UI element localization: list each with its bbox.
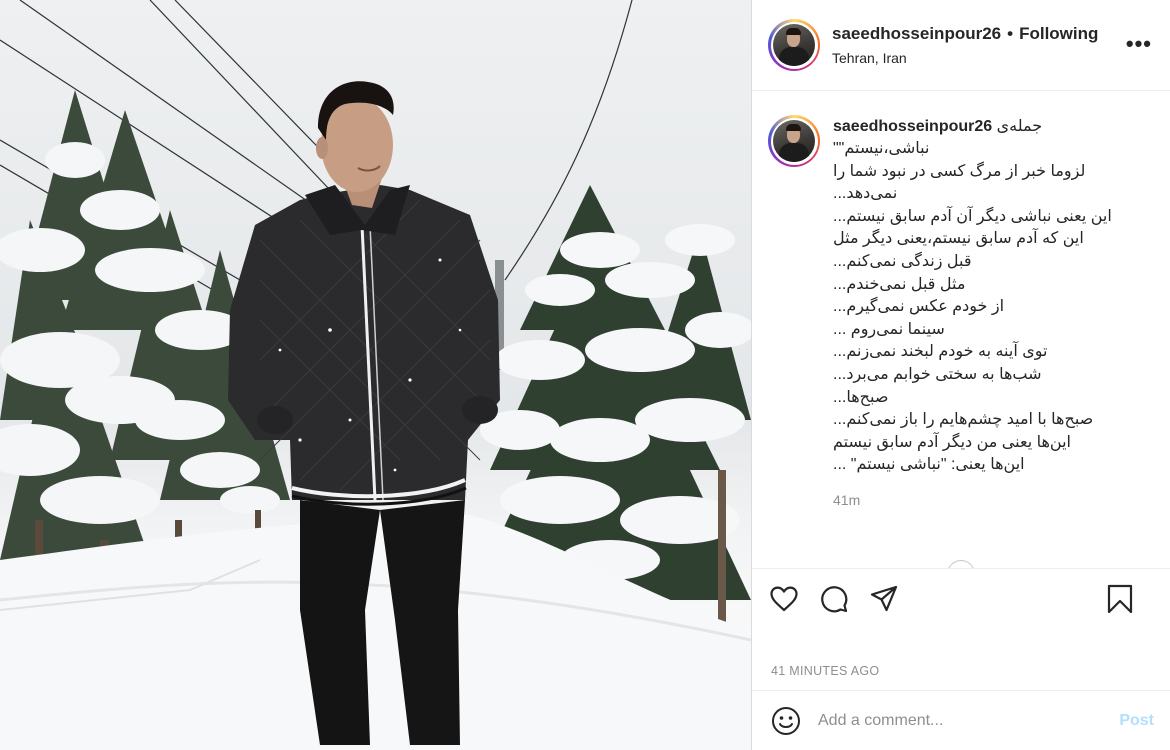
caption-line: ...صبح‌ها با امید چشم‌هایم را باز نمی‌کن… (833, 411, 1094, 429)
action-bar (752, 568, 1170, 628)
separator-dot: • (1007, 24, 1014, 43)
instagram-post: saeedhosseinpour26 • Following Tehran, I… (0, 0, 1170, 750)
post-comment-button[interactable]: Post (1119, 712, 1154, 730)
heart-icon[interactable] (768, 583, 800, 615)
caption-username[interactable]: saeedhosseinpour26 (833, 118, 992, 135)
caption-line: ...توی آینه به خودم لبخند نمی‌زنم (833, 343, 1048, 361)
caption-line: این که آدم سابق نیستم،یعنی دیگر مثل (833, 230, 1084, 248)
caption-line: ... "این‌ها یعنی: "نباشی نیستم (833, 456, 1025, 474)
caption-line: ...شب‌ها به سختی خوابم می‌برد (833, 365, 1042, 383)
post-header: saeedhosseinpour26 • Following Tehran, I… (752, 0, 1170, 91)
caption-line: ...صبح‌ها (833, 388, 889, 406)
comment-icon[interactable] (818, 583, 850, 615)
caption-line: ""نباشی،نیستم (833, 140, 930, 157)
caption: saeedhosseinpour26 جمله‌ی ""نباشی،نیستم … (768, 115, 1154, 508)
caption-line: ...نمی‌دهد (833, 185, 898, 203)
share-icon[interactable] (868, 583, 900, 615)
author-avatar-ring[interactable] (768, 19, 820, 71)
caption-line: ... سینما نمی‌روم (833, 320, 945, 338)
comment-input[interactable] (818, 711, 1110, 730)
caption-line: ...از خودم عکس نمی‌گیرم (833, 298, 1005, 316)
following-button[interactable]: Following (1019, 24, 1098, 44)
comments-section[interactable]: saeedhosseinpour26 جمله‌ی ""نباشی،نیستم … (752, 91, 1170, 568)
snow-scene-image (0, 0, 751, 750)
post-photo[interactable] (0, 0, 751, 750)
post-timestamp[interactable]: 41 MINUTES AGO (752, 628, 1170, 690)
more-options-icon[interactable]: ••• (1126, 33, 1152, 55)
post-side-panel: saeedhosseinpour26 • Following Tehran, I… (751, 0, 1170, 750)
post-location[interactable]: Tehran, Iran (832, 50, 1098, 66)
author-avatar (773, 24, 815, 66)
caption-time[interactable]: 41m (833, 492, 1153, 508)
caption-line: ...این یعنی نباشی دیگر آن آدم سابق نیستم (833, 207, 1112, 225)
emoji-icon[interactable] (770, 705, 802, 737)
caption-body: saeedhosseinpour26 جمله‌ی ""نباشی،نیستم … (833, 115, 1153, 508)
loading-spinner-icon (947, 560, 975, 568)
caption-avatar-ring[interactable] (768, 115, 820, 167)
author-username[interactable]: saeedhosseinpour26 (832, 24, 1001, 44)
caption-line: ...مثل قبل نمی‌خندم (833, 275, 966, 293)
caption-avatar (773, 120, 815, 162)
caption-line: این‌ها یعنی من دیگر آدم سابق نیستم (833, 433, 1071, 451)
caption-line: ...قبل زندگی نمی‌کنم (833, 252, 972, 270)
add-comment-bar: Post (752, 690, 1170, 750)
header-text: saeedhosseinpour26 • Following Tehran, I… (832, 24, 1098, 66)
caption-line: لزوما خبر از مرگ کسی در نبود شما را (833, 162, 1086, 180)
bookmark-icon[interactable] (1104, 583, 1136, 615)
caption-first-line: جمله‌ی (996, 118, 1043, 135)
